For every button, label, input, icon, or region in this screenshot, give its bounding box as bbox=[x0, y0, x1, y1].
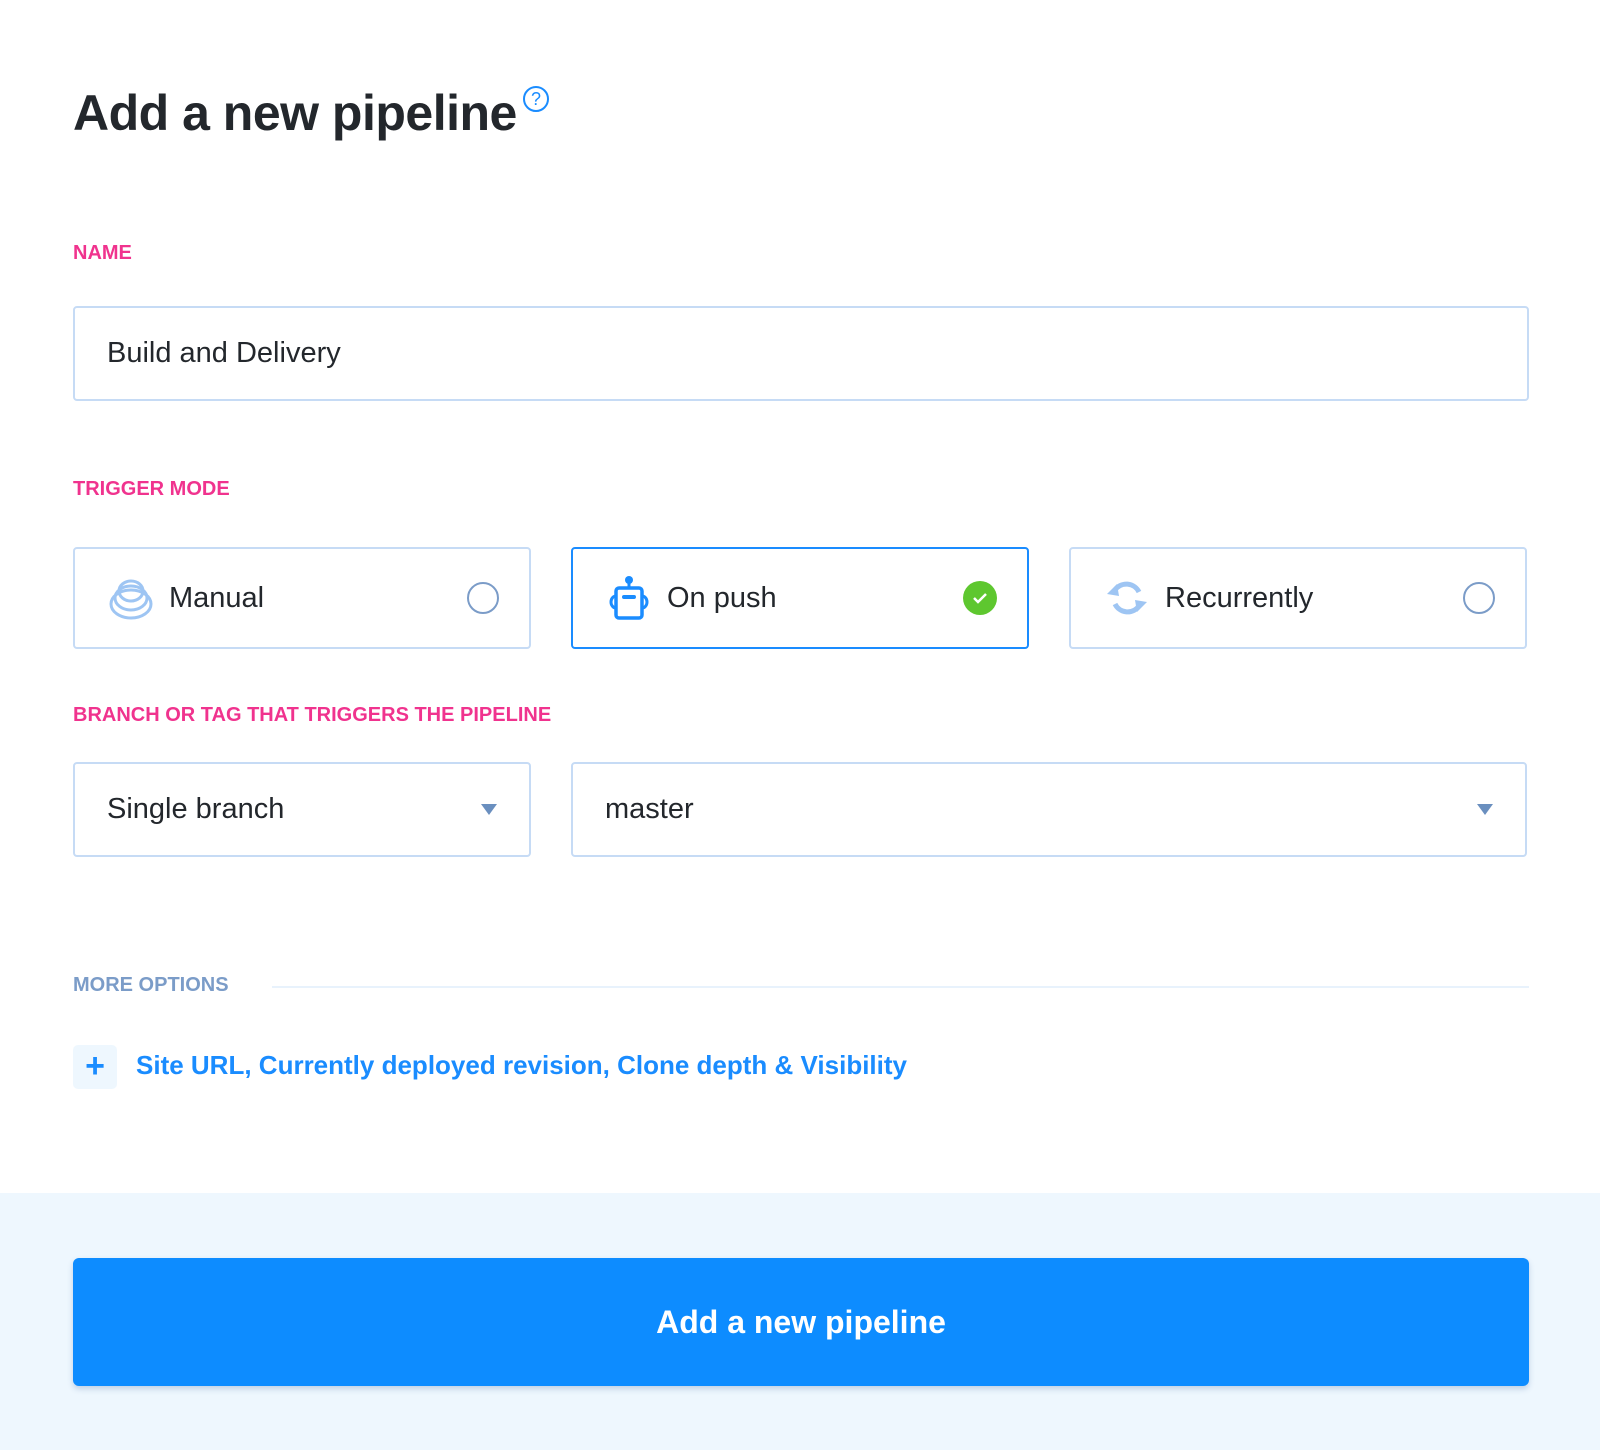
page-title: Add a new pipeline bbox=[73, 85, 517, 141]
name-input[interactable]: Build and Delivery bbox=[73, 306, 1529, 401]
name-label: NAME bbox=[73, 242, 132, 264]
chevron-down-icon bbox=[481, 804, 497, 815]
refresh-icon bbox=[1107, 581, 1147, 615]
trigger-option-manual[interactable]: Manual bbox=[73, 547, 531, 649]
branch-mode-select[interactable]: Single branch bbox=[73, 762, 531, 857]
help-icon[interactable]: ? bbox=[523, 86, 549, 112]
check-circle-icon[interactable] bbox=[963, 581, 997, 615]
plus-icon[interactable]: + bbox=[73, 1045, 117, 1089]
add-pipeline-button[interactable]: Add a new pipeline bbox=[73, 1258, 1529, 1386]
radio-unchecked[interactable] bbox=[467, 582, 499, 614]
branch-label: BRANCH OR TAG THAT TRIGGERS THE PIPELINE bbox=[73, 704, 552, 726]
robot-icon bbox=[609, 576, 649, 620]
chevron-down-icon bbox=[1477, 804, 1493, 815]
more-options-label: MORE OPTIONS bbox=[73, 974, 229, 996]
trigger-option-on-push[interactable]: On push bbox=[571, 547, 1029, 649]
trigger-mode-label: TRIGGER MODE bbox=[73, 478, 230, 500]
branch-value: master bbox=[605, 793, 694, 825]
branch-mode-value: Single branch bbox=[107, 793, 285, 825]
trigger-option-label: Recurrently bbox=[1165, 581, 1314, 614]
trigger-option-label: Manual bbox=[169, 581, 265, 614]
hand-stack-icon bbox=[109, 579, 153, 620]
branch-select[interactable]: master bbox=[571, 762, 1527, 857]
trigger-option-label: On push bbox=[667, 581, 777, 614]
divider bbox=[272, 986, 1529, 988]
more-options-link[interactable]: Site URL, Currently deployed revision, C… bbox=[136, 1050, 907, 1081]
trigger-option-recurrently[interactable]: Recurrently bbox=[1069, 547, 1527, 649]
radio-unchecked[interactable] bbox=[1463, 582, 1495, 614]
